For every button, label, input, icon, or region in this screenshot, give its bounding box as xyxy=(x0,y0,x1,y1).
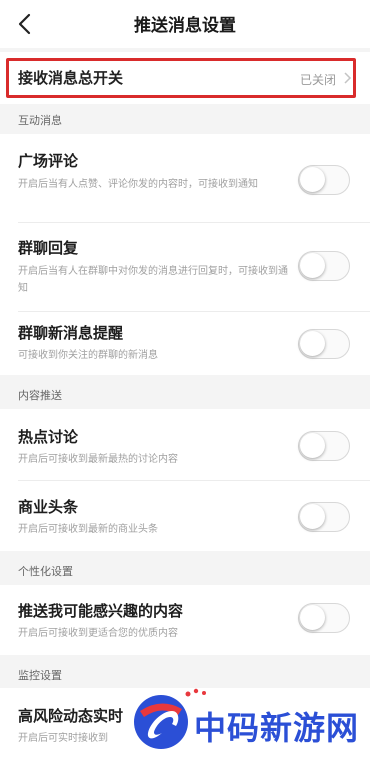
master-switch-status: 已关闭 xyxy=(299,73,336,87)
item-title: 高风险动态实时 xyxy=(18,707,124,725)
list-item: 广场评论 开启后当有人点赞、评论你发的内容时，可接收到通知 xyxy=(0,134,370,223)
master-switch-label: 接收消息总开关 xyxy=(18,69,124,87)
toggle-switch[interactable] xyxy=(298,603,350,633)
toggle-knob xyxy=(300,331,325,356)
master-switch-row[interactable]: 接收消息总开关 已关闭 xyxy=(0,52,370,104)
item-description: 开启后可接收到更适合您的优质内容 xyxy=(18,628,178,639)
section-header: 内容推送 xyxy=(0,375,370,409)
section-header-label: 内容推送 xyxy=(18,389,62,402)
item-description: 可接收到你关注的群聊的新消息 xyxy=(18,350,158,361)
section-header-label: 互动消息 xyxy=(18,114,62,127)
toggle-knob xyxy=(300,605,325,630)
item-description: 开启后可接收到最新最热的讨论内容 xyxy=(18,454,178,465)
page-title: 推送消息设置 xyxy=(134,16,236,36)
watermark: 中码新游网 xyxy=(120,687,370,759)
section-header: 个性化设置 xyxy=(0,551,370,585)
list-item: 群聊新消息提醒 可接收到你关注的群聊的新消息 xyxy=(0,312,370,375)
section-header-label: 个性化设置 xyxy=(18,565,73,578)
toggle-knob xyxy=(300,504,325,529)
item-title: 热点讨论 xyxy=(18,428,79,446)
item-description: 开启后当有人点赞、评论你发的内容时，可接收到通知 xyxy=(18,179,258,190)
item-title: 推送我可能感兴趣的内容 xyxy=(18,602,184,620)
watermark-logo-icon xyxy=(134,695,188,749)
toggle-knob xyxy=(300,167,325,192)
item-title: 群聊回复 xyxy=(18,239,79,257)
chevron-right-icon xyxy=(344,72,352,84)
toggle-switch[interactable] xyxy=(298,431,350,461)
nav-bar: 推送消息设置 xyxy=(0,0,370,48)
list-item: 商业头条 开启后可接收到最新的商业头条 xyxy=(0,481,370,551)
toggle-knob xyxy=(300,253,325,278)
item-title: 广场评论 xyxy=(18,152,79,170)
watermark-text: 中码新游网 xyxy=(194,709,360,747)
item-title: 商业头条 xyxy=(18,498,79,516)
toggle-knob xyxy=(300,433,325,458)
list-item: 群聊回复 开启后当有人在群聊中对你发的消息进行回复时，可接收到通知 xyxy=(0,223,370,312)
list-item: 热点讨论 开启后可接收到最新最热的讨论内容 xyxy=(0,409,370,481)
section-header-label: 监控设置 xyxy=(18,669,62,682)
section-header: 互动消息 xyxy=(0,104,370,134)
toggle-switch[interactable] xyxy=(298,502,350,532)
section-header: 监控设置 xyxy=(0,655,370,688)
list-item: 推送我可能感兴趣的内容 开启后可接收到更适合您的优质内容 xyxy=(0,585,370,655)
toggle-switch[interactable] xyxy=(298,165,350,195)
toggle-switch[interactable] xyxy=(298,251,350,281)
item-description: 开启后当有人在群聊中对你发的消息进行回复时，可接收到通知 xyxy=(18,266,288,294)
item-description: 开启后可接收到最新的商业头条 xyxy=(18,524,158,535)
toggle-switch[interactable] xyxy=(298,329,350,359)
item-title: 群聊新消息提醒 xyxy=(18,324,124,342)
